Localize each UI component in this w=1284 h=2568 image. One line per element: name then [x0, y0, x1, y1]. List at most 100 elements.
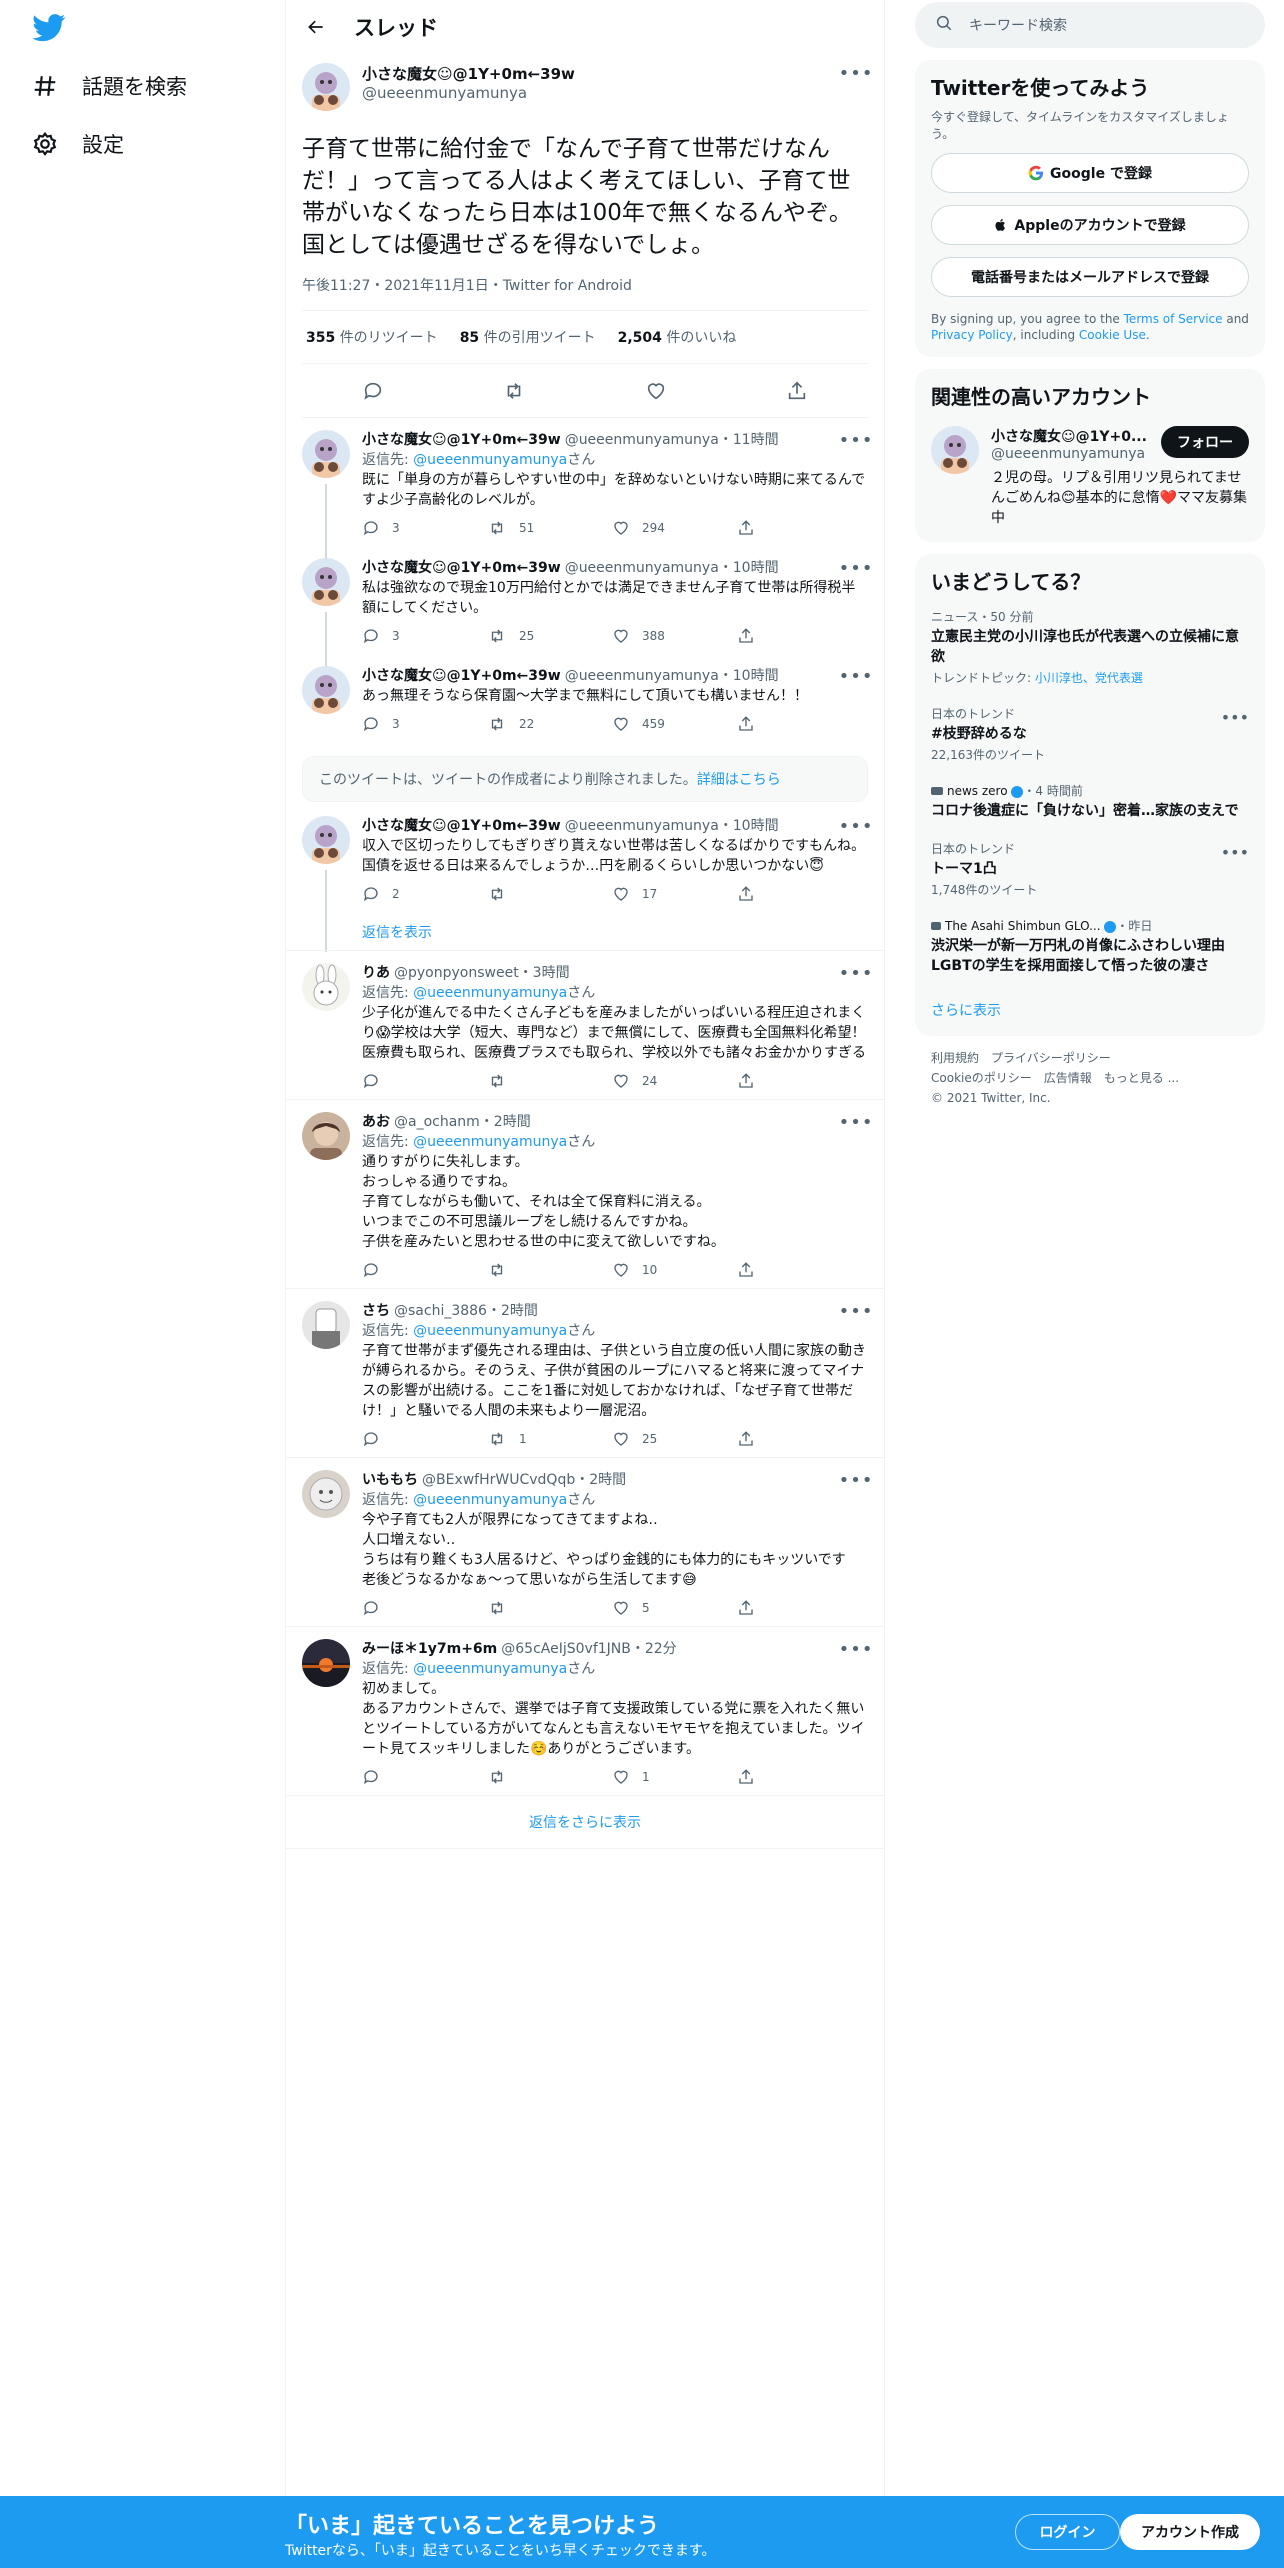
terms-link[interactable]: Terms of Service — [1124, 312, 1223, 326]
retweet-button[interactable] — [487, 1261, 612, 1279]
quotes-stat[interactable]: 85 件の引用ツイート — [460, 327, 596, 347]
nav-explore[interactable]: 話題を検索 — [30, 66, 187, 106]
avatar[interactable] — [931, 426, 979, 474]
search-input[interactable]: キーワード検索 — [969, 15, 1067, 35]
share-button[interactable] — [737, 1768, 862, 1786]
learn-more-link[interactable]: 詳細はこちら — [697, 772, 781, 788]
like-button[interactable]: 17 — [612, 885, 737, 903]
retweet-button[interactable]: 1 — [487, 1430, 612, 1448]
reply-button[interactable]: 2 — [362, 885, 487, 903]
footer-privacy[interactable]: プライバシーポリシー — [991, 1051, 1111, 1065]
avatar[interactable] — [302, 1301, 350, 1349]
author-handle[interactable]: @a_ochanm・2時間 — [394, 1113, 531, 1132]
reply-tweet[interactable]: 小さな魔女☺︎@1Y+0m←39w @ueeenmunyamunya・10時間 ••… — [286, 654, 884, 742]
author-name[interactable]: 小さな魔女☺︎@1Y+0m←39w — [362, 817, 561, 836]
share-button[interactable] — [737, 1261, 862, 1279]
reply-to-link[interactable]: @ueeenmunyamunya — [413, 452, 567, 468]
like-button[interactable]: 25 — [612, 1430, 737, 1448]
reply-button[interactable] — [362, 1599, 487, 1617]
share-button[interactable] — [737, 1599, 862, 1617]
more-icon[interactable]: ••• — [839, 63, 873, 84]
reply-button[interactable] — [362, 1430, 487, 1448]
login-button[interactable]: ログイン — [1015, 2514, 1120, 2550]
avatar[interactable] — [302, 666, 350, 714]
reply-icon[interactable] — [360, 378, 386, 404]
like-button[interactable]: 24 — [612, 1072, 737, 1090]
author-name[interactable]: さち — [362, 1302, 390, 1321]
trend-topic-link[interactable]: 小川淳也、党代表選 — [1035, 671, 1143, 685]
share-button[interactable] — [737, 627, 862, 645]
more-icon[interactable]: ••• — [839, 1301, 873, 1321]
avatar[interactable] — [302, 558, 350, 606]
retweet-button[interactable] — [487, 885, 612, 903]
more-icon[interactable]: ••• — [839, 1470, 873, 1490]
more-icon[interactable]: ••• — [839, 1639, 873, 1659]
reply-tweet[interactable]: 小さな魔女☺︎@1Y+0m←39w @ueeenmunyamunya・11時間 ••… — [286, 418, 884, 562]
author-name[interactable]: 小さな魔女☺︎@1Y+0m←39w — [362, 431, 561, 450]
reply-button[interactable] — [362, 1768, 487, 1786]
privacy-link[interactable]: Privacy Policy — [931, 328, 1013, 342]
author-handle[interactable]: @ueeenmunyamunya・11時間 — [565, 431, 779, 450]
reply-to-link[interactable]: @ueeenmunyamunya — [413, 1492, 567, 1508]
share-button[interactable] — [737, 1430, 862, 1448]
avatar[interactable] — [302, 1470, 350, 1518]
avatar[interactable] — [302, 816, 350, 864]
more-icon[interactable]: ••• — [1221, 708, 1249, 727]
trend-item[interactable]: 日本のトレンド #枝野辞めるな 22,163件のツイート ••• — [915, 696, 1265, 773]
retweet-button[interactable]: 22 — [487, 715, 612, 733]
related-account[interactable]: 小さな魔女☺︎@1Y+0... @ueeenmunyamunya フォロー ２児… — [915, 414, 1265, 542]
author-name[interactable]: みーほ＊1y7m+6m — [362, 1640, 497, 1659]
avatar[interactable] — [302, 430, 350, 478]
author-handle[interactable]: @65cAeIjS0vf1JNB・22分 — [501, 1640, 676, 1659]
more-icon[interactable]: ••• — [839, 666, 873, 686]
like-button[interactable]: 5 — [612, 1599, 737, 1617]
reply-tweet[interactable]: 小さな魔女☺︎@1Y+0m←39w @ueeenmunyamunya・10時間 ••… — [286, 546, 884, 670]
trend-item[interactable]: The Asahi Shimbun GLO... ・昨日 渋沢栄一が新一万円札の… — [915, 908, 1265, 986]
author-handle[interactable]: @ueeenmunyamunya・10時間 — [565, 559, 779, 578]
tweet-timestamp[interactable]: 午後11:27・2021年11月1日・Twitter for Android — [302, 275, 868, 311]
more-icon[interactable]: ••• — [839, 430, 873, 450]
author-handle[interactable]: @ueeenmunyamunya・10時間 — [565, 667, 779, 686]
retweet-button[interactable] — [487, 1768, 612, 1786]
share-button[interactable] — [737, 519, 862, 537]
share-button[interactable] — [737, 715, 862, 733]
author-name[interactable]: りあ — [362, 964, 390, 983]
like-button[interactable]: 1 — [612, 1768, 737, 1786]
avatar[interactable] — [302, 1112, 350, 1160]
cookie-link[interactable]: Cookie Use — [1079, 328, 1146, 342]
retweet-button[interactable]: 25 — [487, 627, 612, 645]
footer-cookie[interactable]: Cookieのポリシー — [931, 1071, 1032, 1085]
author-handle[interactable]: @BExwfHrWUCvdQqb・2時間 — [422, 1471, 626, 1490]
author-handle[interactable]: @ueeenmunyamunya — [362, 84, 844, 102]
follow-button[interactable]: フォロー — [1161, 426, 1249, 458]
retweet-button[interactable] — [487, 1599, 612, 1617]
avatar[interactable] — [302, 1639, 350, 1687]
footer-tos[interactable]: 利用規約 — [931, 1051, 979, 1065]
reply-button[interactable] — [362, 1261, 487, 1279]
reply-button[interactable]: 3 — [362, 715, 487, 733]
reply-tweet[interactable]: りあ @pyonpyonsweet・3時間 ••• 返信先: @ueeenmunya… — [286, 951, 884, 1100]
more-icon[interactable]: ••• — [839, 558, 873, 578]
reply-to-link[interactable]: @ueeenmunyamunya — [413, 1134, 567, 1150]
trend-item[interactable]: ニュース・50 分前 立憲民主党の小川淳也氏が代表選への立候補に意欲 トレンドト… — [915, 599, 1265, 696]
trend-item[interactable]: news zero ・4 時間前 コロナ後遺症に「負けない」密着…家族の支えで — [915, 773, 1265, 831]
more-icon[interactable]: ••• — [839, 816, 873, 836]
like-button[interactable]: 10 — [612, 1261, 737, 1279]
reply-tweet[interactable]: さち @sachi_3886・2時間 ••• 返信先: @ueeenmunyamun… — [286, 1289, 884, 1458]
reply-tweet[interactable]: いももち @BExwfHrWUCvdQqb・2時間 ••• 返信先: @ueeenm… — [286, 1458, 884, 1627]
reply-button[interactable]: 3 — [362, 627, 487, 645]
nav-settings[interactable]: 設定 — [30, 124, 124, 164]
avatar[interactable] — [302, 963, 350, 1011]
reply-to-link[interactable]: @ueeenmunyamunya — [413, 1323, 567, 1339]
reply-tweet[interactable]: みーほ＊1y7m+6m @65cAeIjS0vf1JNB・22分 ••• 返信先: … — [286, 1627, 884, 1796]
retweet-button[interactable]: 51 — [487, 519, 612, 537]
trend-item[interactable]: 日本のトレンド トーマ1凸 1,748件のツイート ••• — [915, 831, 1265, 908]
reply-to-link[interactable]: @ueeenmunyamunya — [413, 985, 567, 1001]
reply-to-link[interactable]: @ueeenmunyamunya — [413, 1661, 567, 1677]
retweet-button[interactable] — [487, 1072, 612, 1090]
like-icon[interactable] — [643, 378, 669, 404]
apple-signup-button[interactable]: Appleのアカウントで登録 — [931, 205, 1249, 245]
share-button[interactable] — [737, 885, 862, 903]
author-handle[interactable]: @pyonpyonsweet・3時間 — [394, 964, 570, 983]
retweets-stat[interactable]: 355 件のリツイート — [306, 327, 438, 347]
